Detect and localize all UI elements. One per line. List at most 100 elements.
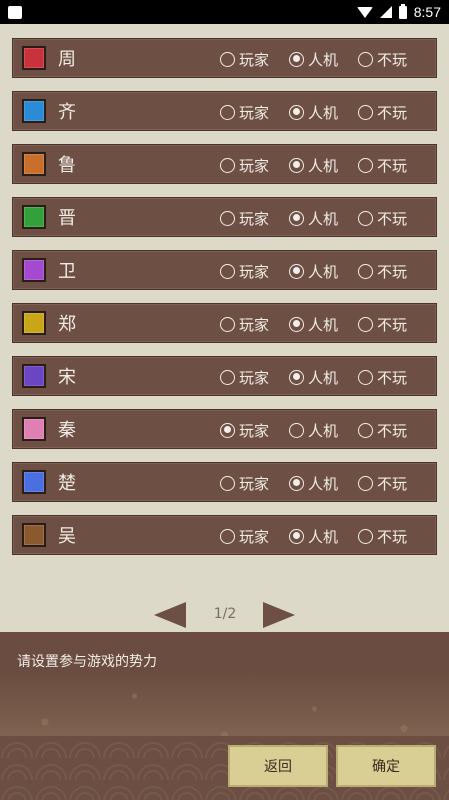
- option-none[interactable]: 不玩: [358, 314, 407, 335]
- control-options: 玩家 人机 不玩: [220, 251, 407, 291]
- status-bar: 8:57: [0, 0, 449, 24]
- radio-icon[interactable]: [289, 51, 305, 67]
- option-ai[interactable]: 人机: [289, 102, 338, 123]
- option-player[interactable]: 玩家: [220, 473, 269, 494]
- option-none[interactable]: 不玩: [358, 261, 407, 282]
- radio-icon[interactable]: [358, 157, 374, 173]
- radio-icon[interactable]: [289, 475, 305, 491]
- radio-icon[interactable]: [220, 210, 235, 226]
- radio-icon[interactable]: [220, 475, 235, 491]
- status-time: 8:57: [413, 4, 441, 20]
- radio-icon[interactable]: [358, 51, 374, 67]
- back-button[interactable]: 返回: [228, 745, 328, 787]
- option-none[interactable]: 不玩: [358, 526, 407, 547]
- radio-icon[interactable]: [220, 51, 235, 67]
- radio-icon[interactable]: [289, 369, 305, 385]
- control-options: 玩家 人机 不玩: [220, 410, 407, 450]
- faction-name: 宋: [58, 367, 76, 388]
- radio-icon[interactable]: [289, 263, 305, 279]
- option-none[interactable]: 不玩: [358, 49, 407, 70]
- radio-icon[interactable]: [220, 422, 235, 438]
- option-label: 不玩: [377, 527, 408, 546]
- option-label: 人机: [308, 474, 339, 493]
- radio-icon[interactable]: [220, 528, 235, 544]
- radio-icon[interactable]: [358, 475, 374, 491]
- option-ai[interactable]: 人机: [289, 526, 338, 547]
- option-ai[interactable]: 人机: [289, 155, 338, 176]
- option-label: 玩家: [239, 156, 270, 175]
- option-none[interactable]: 不玩: [358, 155, 407, 176]
- instruction-text: 请设置参与游戏的势力: [17, 654, 157, 670]
- prev-page-button[interactable]: [154, 602, 186, 628]
- option-ai[interactable]: 人机: [289, 208, 338, 229]
- option-label: 人机: [308, 421, 339, 440]
- option-label: 不玩: [377, 315, 408, 334]
- option-label: 玩家: [239, 527, 270, 546]
- control-options: 玩家 人机 不玩: [220, 357, 407, 397]
- control-options: 玩家 人机 不玩: [220, 198, 407, 238]
- radio-icon[interactable]: [289, 316, 305, 332]
- option-none[interactable]: 不玩: [358, 367, 407, 388]
- faction-color-swatch: [22, 417, 46, 441]
- option-player[interactable]: 玩家: [220, 420, 269, 441]
- confirm-button[interactable]: 确定: [336, 745, 436, 787]
- option-label: 玩家: [239, 103, 270, 122]
- radio-icon[interactable]: [220, 369, 235, 385]
- radio-icon[interactable]: [358, 263, 374, 279]
- option-label: 人机: [308, 156, 339, 175]
- radio-icon[interactable]: [220, 157, 235, 173]
- radio-icon[interactable]: [358, 528, 374, 544]
- option-label: 玩家: [239, 50, 270, 69]
- option-player[interactable]: 玩家: [220, 261, 269, 282]
- option-label: 不玩: [377, 103, 408, 122]
- radio-icon[interactable]: [289, 422, 305, 438]
- radio-icon[interactable]: [220, 263, 235, 279]
- radio-icon[interactable]: [358, 369, 374, 385]
- radio-icon[interactable]: [289, 528, 305, 544]
- page-indicator: 1/2: [213, 606, 237, 622]
- pager: 1/2: [0, 596, 449, 632]
- option-ai[interactable]: 人机: [289, 261, 338, 282]
- option-ai[interactable]: 人机: [289, 473, 338, 494]
- option-ai[interactable]: 人机: [289, 420, 338, 441]
- faction-row: 齐 玩家 人机 不玩: [12, 91, 437, 131]
- option-player[interactable]: 玩家: [220, 367, 269, 388]
- faction-row: 吴 玩家 人机 不玩: [12, 515, 437, 555]
- option-player[interactable]: 玩家: [220, 208, 269, 229]
- radio-icon[interactable]: [358, 316, 374, 332]
- faction-row: 秦 玩家 人机 不玩: [12, 409, 437, 449]
- radio-icon[interactable]: [289, 210, 305, 226]
- option-ai[interactable]: 人机: [289, 49, 338, 70]
- radio-icon[interactable]: [289, 104, 305, 120]
- option-player[interactable]: 玩家: [220, 314, 269, 335]
- next-page-button[interactable]: [263, 602, 295, 628]
- option-none[interactable]: 不玩: [358, 473, 407, 494]
- option-player[interactable]: 玩家: [220, 155, 269, 176]
- faction-row: 楚 玩家 人机 不玩: [12, 462, 437, 502]
- faction-name: 郑: [58, 314, 76, 335]
- option-ai[interactable]: 人机: [289, 314, 338, 335]
- radio-icon[interactable]: [220, 104, 235, 120]
- option-player[interactable]: 玩家: [220, 526, 269, 547]
- option-label: 玩家: [239, 421, 270, 440]
- option-player[interactable]: 玩家: [220, 49, 269, 70]
- faction-color-swatch: [22, 364, 46, 388]
- radio-icon[interactable]: [220, 316, 235, 332]
- radio-icon[interactable]: [358, 210, 374, 226]
- notification-icon: [8, 5, 22, 19]
- faction-name: 晋: [58, 208, 76, 229]
- option-player[interactable]: 玩家: [220, 102, 269, 123]
- option-none[interactable]: 不玩: [358, 208, 407, 229]
- option-none[interactable]: 不玩: [358, 420, 407, 441]
- radio-icon[interactable]: [358, 104, 374, 120]
- option-ai[interactable]: 人机: [289, 367, 338, 388]
- faction-name: 秦: [58, 420, 76, 441]
- option-label: 人机: [308, 262, 339, 281]
- control-options: 玩家 人机 不玩: [220, 145, 407, 185]
- radio-icon[interactable]: [358, 422, 374, 438]
- option-label: 人机: [308, 527, 339, 546]
- option-none[interactable]: 不玩: [358, 102, 407, 123]
- faction-row: 卫 玩家 人机 不玩: [12, 250, 437, 290]
- radio-icon[interactable]: [289, 157, 305, 173]
- option-label: 玩家: [239, 368, 270, 387]
